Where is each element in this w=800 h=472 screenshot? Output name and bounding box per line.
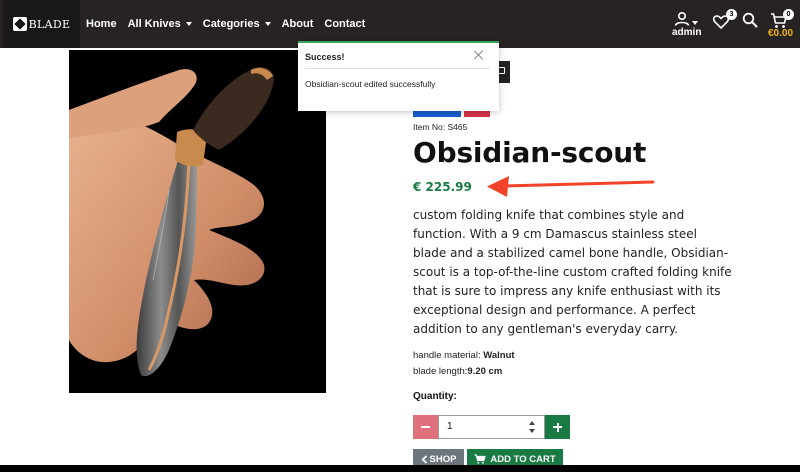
- brand-name: BLADE: [28, 17, 71, 31]
- quantity-label: Quantity:: [413, 391, 457, 402]
- nav-link-about[interactable]: About: [282, 18, 314, 30]
- product-price: € 225.99: [413, 180, 472, 194]
- close-icon[interactable]: [473, 49, 485, 61]
- nav-link-label: Contact: [324, 18, 366, 30]
- nav-link-all-knives[interactable]: All Knives: [128, 18, 192, 30]
- blade-logo-icon: [12, 17, 27, 31]
- knife-in-hand-photo: [69, 66, 274, 377]
- nav-link-contact[interactable]: Contact: [324, 18, 365, 30]
- cart-total: €0.00: [768, 28, 794, 39]
- cart-count-badge: 0: [783, 9, 794, 20]
- spec-label: handle material:: [413, 350, 484, 361]
- brand-box: BLADE: [12, 17, 71, 31]
- chevron-down-icon: [185, 22, 192, 26]
- product-title: Obsidian-scout: [413, 136, 647, 169]
- wishlist-count-badge: 3: [726, 9, 737, 20]
- user-name: admin: [672, 27, 702, 38]
- success-toast: Success! Obsidian-scout edited successfu…: [298, 41, 499, 111]
- nav-link-categories[interactable]: Categories: [203, 18, 271, 30]
- chevron-down-icon: [264, 22, 271, 26]
- user-icon: [674, 12, 690, 26]
- edit-button[interactable]: [413, 111, 461, 117]
- spec-label: blade length:: [413, 366, 468, 377]
- search-icon: [742, 12, 758, 28]
- toast-title: Success!: [305, 52, 345, 62]
- chevron-down-icon: [692, 21, 698, 25]
- delete-button[interactable]: [464, 111, 490, 117]
- spec-blade-length: blade length:9.20 cm: [413, 366, 502, 377]
- shop-button-label: SHOP: [429, 453, 457, 465]
- cart-icon: [474, 454, 486, 464]
- spec-value: 9.20 cm: [467, 366, 503, 377]
- quantity-decrease-button[interactable]: [413, 415, 438, 439]
- add-to-cart-label: ADD TO CART: [490, 453, 556, 465]
- nav-link-label: Categories: [202, 18, 260, 30]
- brand-logo[interactable]: BLADE: [3, 0, 80, 48]
- nav-link-label: All Knives: [127, 18, 181, 30]
- chevron-left-icon: [421, 454, 427, 464]
- spec-handle-material: handle material: Walnut: [413, 350, 515, 361]
- item-number: Item No: S465: [413, 122, 468, 132]
- toast-message: Obsidian-scout edited successfully: [305, 79, 436, 89]
- nav-link-home[interactable]: Home: [86, 18, 117, 30]
- quantity-spinner[interactable]: [528, 419, 536, 435]
- search-button[interactable]: [742, 12, 760, 30]
- cart-button[interactable]: 0 €0.00: [766, 9, 800, 41]
- wishlist-button[interactable]: 3: [713, 9, 737, 32]
- red-annotation-arrow-icon: [487, 176, 655, 197]
- user-menu[interactable]: admin: [670, 8, 704, 40]
- nav-link-label: Home: [86, 18, 117, 30]
- quantity-increase-button[interactable]: [545, 415, 570, 439]
- bottom-edge-bar: [0, 465, 800, 472]
- product-image: [69, 50, 326, 393]
- toast-divider: [305, 68, 490, 69]
- spec-value: Walnut: [483, 350, 515, 361]
- product-description: custom folding knife that combines style…: [413, 208, 732, 336]
- nav-link-label: About: [281, 18, 314, 30]
